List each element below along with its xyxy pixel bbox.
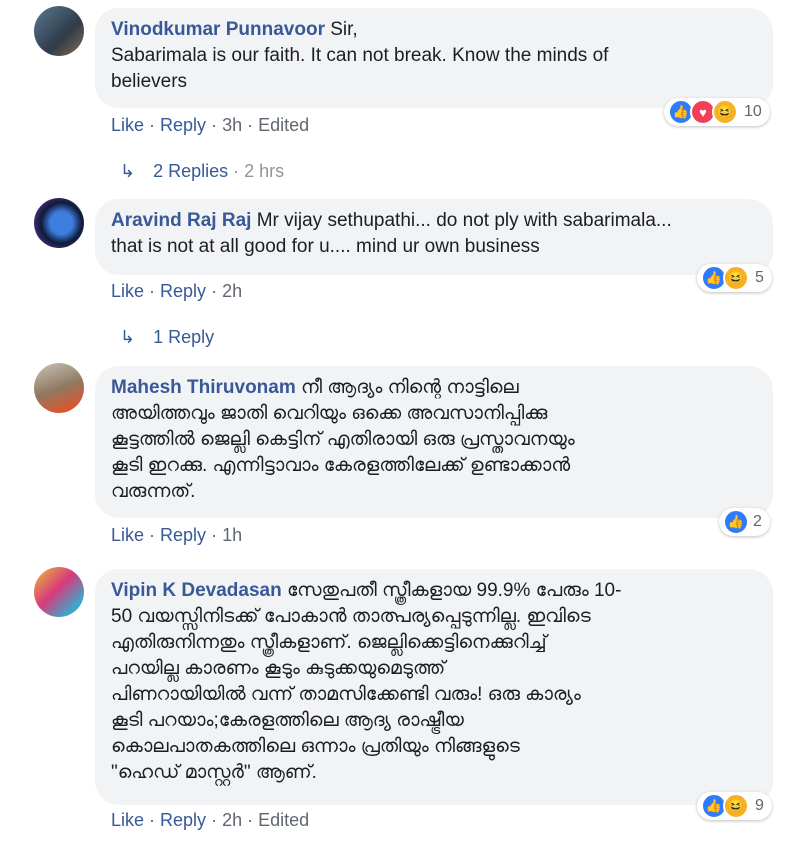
comment-text-line: Sir, — [330, 19, 358, 40]
comment-author[interactable]: Aravind Raj Raj — [111, 210, 251, 231]
reply-button[interactable]: Reply — [160, 810, 206, 830]
reaction-count: 9 — [755, 797, 764, 814]
comment-bubble: Vipin K Devadasan സേതുപതീ സ്ത്രീകളായ 99.… — [95, 569, 773, 805]
replies-count[interactable]: 1 Reply — [153, 327, 214, 347]
comment-actions: Like · Reply · 3h · Edited — [111, 115, 310, 135]
reaction-count: 2 — [753, 513, 762, 530]
reply-button[interactable]: Reply — [160, 281, 206, 301]
comment-text-line: എതിരുനിന്നതും സ്ത്രീകളാണ്. ജെല്ലിക്കെട്ട… — [111, 632, 547, 653]
comment-text-line: പറയില്ല കാരണം കൂടും കുടുക്കയുമെടുത്ത് — [111, 658, 446, 679]
comment-time[interactable]: 2h — [222, 281, 242, 301]
comment-text-line: കൂട്ടത്തിൽ ജെല്ലി കെട്ടിന് എതിരായി ഒരു പ… — [111, 429, 575, 450]
view-replies[interactable]: ↳ 2 Replies · 2 hrs — [120, 161, 284, 182]
reply-arrow-icon: ↳ — [120, 161, 136, 181]
comment-text-line: Sabarimala is our faith. It can not brea… — [111, 45, 609, 66]
comment-author[interactable]: Mahesh Thiruvonam — [111, 377, 296, 398]
reply-arrow-icon: ↳ — [120, 327, 136, 347]
comment-text-line: കൂടി ഇറക്കു. എന്നിട്ടാവാം കേരളത്തിലേക്ക്… — [111, 455, 571, 476]
comment-time[interactable]: 1h — [222, 525, 242, 545]
comment-text-line: പിണറായിയിൽ വന്ന് താമസിക്കേണ്ടി വരും! ഒരു… — [111, 684, 581, 705]
replies-count[interactable]: 2 Replies — [153, 161, 228, 181]
comment-text-line: അയിത്തവും ജാതി വെറിയും ഒക്കെ അവസാനിപ്പിക… — [111, 403, 548, 424]
view-replies[interactable]: ↳ 1 Reply — [120, 327, 214, 348]
like-button[interactable]: Like — [111, 281, 144, 301]
comment-author[interactable]: Vipin K Devadasan — [111, 580, 282, 601]
comment-actions: Like · Reply · 2h — [111, 281, 243, 301]
reaction-count: 10 — [744, 103, 762, 120]
haha-icon: 😆 — [723, 265, 749, 291]
reply-button[interactable]: Reply — [160, 115, 206, 135]
reaction-summary[interactable]: 👍 😆 9 — [697, 792, 772, 820]
reaction-summary[interactable]: 👍 😆 5 — [697, 264, 772, 292]
comment-text-line: that is not at all good for u.... mind u… — [111, 236, 540, 257]
comment-text-line: "ഹെഡ് മാസ്റ്റർ" ആണ്. — [111, 762, 317, 783]
like-button[interactable]: Like — [111, 115, 144, 135]
comment-bubble: Aravind Raj Raj Mr vijay sethupathi... d… — [95, 199, 773, 275]
edited-label[interactable]: Edited — [258, 810, 309, 830]
reply-button[interactable]: Reply — [160, 525, 206, 545]
comment-actions: Like · Reply · 1h — [111, 525, 243, 545]
comment-actions: Like · Reply · 2h · Edited — [111, 810, 310, 830]
haha-icon: 😆 — [723, 793, 749, 819]
avatar[interactable] — [34, 6, 84, 56]
reaction-count: 5 — [755, 269, 764, 286]
comment-text-line: കൊലപാതകത്തിലെ ഒന്നാം പ്രതിയും നിങ്ങളുടെ — [111, 736, 520, 757]
like-button[interactable]: Like — [111, 810, 144, 830]
haha-icon: 😆 — [712, 99, 738, 125]
comment-text-line: കൂടി പറയാം;കേരളത്തിലെ ആദ്യ രാഷ്ട്രീയ — [111, 710, 464, 731]
like-button[interactable]: Like — [111, 525, 144, 545]
comment-time[interactable]: 3h — [222, 115, 242, 135]
edited-label[interactable]: Edited — [258, 115, 309, 135]
comment-text-line: Mr vijay sethupathi... do not ply with s… — [256, 210, 672, 231]
like-icon: 👍 — [723, 509, 749, 535]
comment-text-line: വരുന്നത്. — [111, 481, 196, 502]
comment-text-line: സേതുപതീ സ്ത്രീകളായ 99.9% പേരും 10- — [287, 580, 622, 601]
avatar[interactable] — [34, 567, 84, 617]
comment-text-line: 50 വയസ്സിനിടക്ക് പോകാൻ താത്പര്യപ്പെടുന്ന… — [111, 606, 591, 627]
replies-time: 2 hrs — [244, 161, 285, 181]
comment-time[interactable]: 2h — [222, 810, 242, 830]
avatar[interactable] — [34, 363, 84, 413]
comment-text-line: നീ ആദ്യം നിന്റെ നാട്ടിലെ — [301, 377, 519, 398]
comment-author[interactable]: Vinodkumar Punnavoor — [111, 19, 325, 40]
comment-bubble: Vinodkumar Punnavoor Sir, Sabarimala is … — [95, 8, 773, 108]
comment-text-line: believers — [111, 71, 188, 92]
comment-bubble: Mahesh Thiruvonam നീ ആദ്യം നിന്റെ നാട്ടി… — [95, 366, 773, 518]
avatar[interactable] — [34, 198, 84, 248]
reaction-summary[interactable]: 👍 ♥ 😆 10 — [664, 98, 770, 126]
reaction-summary[interactable]: 👍 2 — [719, 508, 770, 536]
